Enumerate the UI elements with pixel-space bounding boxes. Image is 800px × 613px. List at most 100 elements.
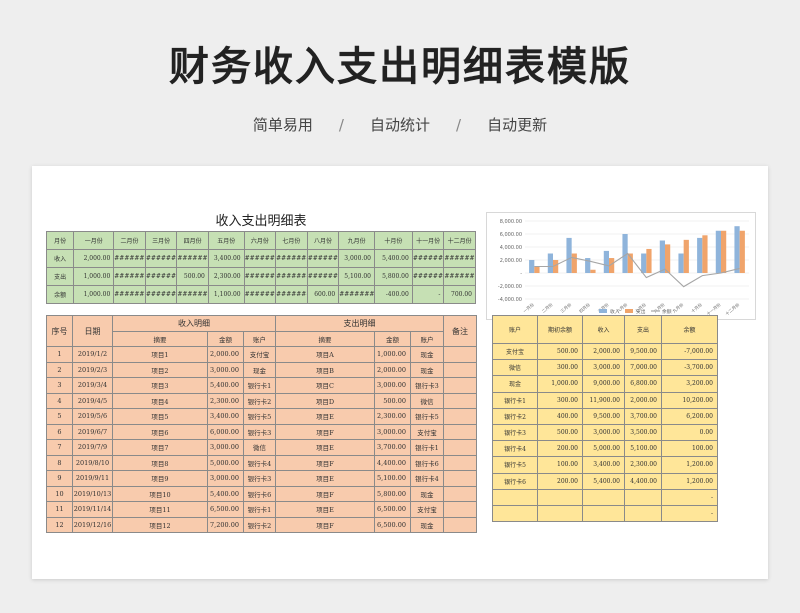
accounts-cell[interactable] bbox=[582, 504, 625, 523]
detail-cell[interactable]: 500.00 bbox=[374, 392, 411, 409]
detail-note-cell[interactable] bbox=[443, 392, 477, 409]
detail-cell[interactable]: 3,000.00 bbox=[207, 470, 244, 487]
accounts-cell[interactable]: 微信 bbox=[492, 359, 538, 377]
detail-cell[interactable]: 2019/9/11 bbox=[72, 470, 113, 487]
accounts-cell[interactable]: 500.00 bbox=[537, 423, 583, 442]
accounts-cell[interactable]: 3,000.00 bbox=[582, 423, 625, 442]
accounts-cell[interactable]: 10,200.00 bbox=[661, 391, 718, 409]
accounts-cell[interactable]: 3,400.00 bbox=[582, 456, 625, 474]
detail-note-cell[interactable] bbox=[443, 439, 477, 456]
accounts-cell[interactable]: 400.00 bbox=[537, 407, 583, 425]
accounts-cell[interactable]: 1,200.00 bbox=[661, 456, 718, 474]
monthly-cell[interactable]: ######## bbox=[243, 267, 277, 286]
detail-cell[interactable]: 银行卡3 bbox=[410, 377, 444, 394]
detail-cell[interactable]: 银行卡1 bbox=[410, 439, 444, 456]
accounts-cell[interactable]: 9,000.00 bbox=[582, 375, 625, 393]
monthly-cell[interactable]: 600.00 bbox=[306, 285, 340, 304]
detail-cell[interactable]: 2019/2/3 bbox=[72, 361, 113, 378]
detail-note-cell[interactable] bbox=[443, 485, 477, 502]
monthly-row-label[interactable]: 余额 bbox=[45, 285, 75, 304]
detail-cell[interactable]: 银行卡5 bbox=[410, 408, 444, 425]
monthly-cell[interactable]: ######## bbox=[411, 249, 445, 268]
detail-cell[interactable]: 银行卡2 bbox=[243, 516, 276, 533]
detail-cell[interactable]: 现金 bbox=[243, 361, 276, 378]
detail-cell[interactable]: 项目7 bbox=[112, 439, 208, 456]
accounts-cell[interactable]: 9,500.00 bbox=[624, 342, 662, 361]
detail-cell[interactable]: 项目E bbox=[275, 501, 375, 518]
detail-cell[interactable]: 项目4 bbox=[112, 392, 208, 409]
detail-cell[interactable]: 项目10 bbox=[112, 485, 208, 502]
accounts-cell[interactable] bbox=[624, 504, 662, 523]
accounts-cell[interactable]: 1,000.00 bbox=[537, 375, 583, 393]
detail-cell[interactable]: 项目6 bbox=[112, 423, 208, 440]
detail-cell[interactable]: 项目D bbox=[275, 392, 375, 409]
accounts-cell[interactable]: 4,400.00 bbox=[624, 472, 662, 490]
accounts-cell[interactable]: 银行卡4 bbox=[492, 440, 538, 458]
accounts-cell[interactable]: 200.00 bbox=[537, 472, 583, 490]
detail-cell[interactable]: 5,400.00 bbox=[207, 377, 244, 394]
monthly-cell[interactable]: 1,100.00 bbox=[207, 285, 245, 304]
monthly-cell[interactable]: ######## bbox=[176, 285, 209, 304]
detail-cell[interactable]: 3,400.00 bbox=[207, 408, 244, 425]
detail-cell[interactable]: 项目E bbox=[275, 439, 375, 456]
detail-cell[interactable]: 银行卡3 bbox=[243, 423, 276, 440]
accounts-cell[interactable]: 3,000.00 bbox=[582, 359, 625, 377]
monthly-cell[interactable]: -400.00 bbox=[373, 285, 413, 304]
detail-cell[interactable]: 项目F bbox=[275, 454, 375, 471]
monthly-cell[interactable]: ######## bbox=[411, 267, 445, 286]
detail-cell[interactable]: 1 bbox=[46, 346, 73, 363]
accounts-cell[interactable]: 3,200.00 bbox=[661, 375, 718, 393]
accounts-cell[interactable]: 2,300.00 bbox=[624, 456, 662, 474]
detail-cell[interactable]: 5,800.00 bbox=[374, 485, 411, 502]
detail-cell[interactable]: 项目F bbox=[275, 423, 375, 440]
accounts-cell[interactable] bbox=[492, 488, 538, 506]
monthly-cell[interactable]: ######## bbox=[176, 249, 209, 268]
detail-cell[interactable]: 现金 bbox=[410, 516, 444, 533]
accounts-cell[interactable]: 300.00 bbox=[537, 391, 583, 409]
detail-cell[interactable]: 6,500.00 bbox=[374, 501, 411, 518]
accounts-cell[interactable]: 5,000.00 bbox=[582, 440, 625, 458]
monthly-cell[interactable]: 5,400.00 bbox=[373, 249, 413, 268]
detail-note-cell[interactable] bbox=[443, 454, 477, 471]
accounts-cell[interactable]: - bbox=[661, 488, 718, 506]
accounts-cell[interactable]: 银行卡6 bbox=[492, 472, 538, 490]
monthly-cell[interactable]: 5,100.00 bbox=[338, 267, 375, 286]
monthly-cell[interactable]: ######## bbox=[113, 267, 146, 286]
detail-cell[interactable]: 项目1 bbox=[112, 346, 208, 363]
detail-cell[interactable]: 7 bbox=[46, 439, 73, 456]
detail-note-cell[interactable] bbox=[443, 346, 477, 363]
monthly-cell[interactable]: ######## bbox=[443, 267, 476, 286]
detail-note-cell[interactable] bbox=[443, 470, 477, 487]
detail-cell[interactable]: 2019/10/13 bbox=[72, 485, 113, 502]
monthly-cell[interactable]: - bbox=[411, 285, 445, 304]
detail-note-cell[interactable] bbox=[443, 501, 477, 518]
monthly-cell[interactable]: ######## bbox=[243, 285, 277, 304]
detail-cell[interactable]: 银行卡4 bbox=[410, 470, 444, 487]
accounts-cell[interactable]: 3,700.00 bbox=[624, 407, 662, 425]
detail-cell[interactable]: 5,000.00 bbox=[207, 454, 244, 471]
detail-cell[interactable]: 2019/4/5 bbox=[72, 392, 113, 409]
detail-cell[interactable]: 2019/6/7 bbox=[72, 423, 113, 440]
detail-cell[interactable]: 项目5 bbox=[112, 408, 208, 425]
detail-cell[interactable]: 2019/12/16 bbox=[72, 516, 113, 533]
detail-cell[interactable]: 5,100.00 bbox=[374, 470, 411, 487]
detail-note-cell[interactable] bbox=[443, 408, 477, 425]
detail-cell[interactable]: 项目C bbox=[275, 377, 375, 394]
detail-cell[interactable]: 3,700.00 bbox=[374, 439, 411, 456]
detail-cell[interactable]: 12 bbox=[46, 516, 73, 533]
detail-note-cell[interactable] bbox=[443, 423, 477, 440]
monthly-cell[interactable]: ######## bbox=[306, 249, 340, 268]
monthly-cell[interactable]: 500.00 bbox=[176, 267, 209, 286]
monthly-row-label[interactable]: 支出 bbox=[45, 267, 75, 286]
detail-cell[interactable]: 2,300.00 bbox=[207, 392, 244, 409]
monthly-cell[interactable]: ######## bbox=[113, 285, 146, 304]
detail-cell[interactable]: 现金 bbox=[410, 485, 444, 502]
monthly-cell[interactable]: ######## bbox=[144, 285, 178, 304]
detail-cell[interactable]: 5 bbox=[46, 408, 73, 425]
detail-cell[interactable]: 支付宝 bbox=[410, 423, 444, 440]
detail-cell[interactable]: 银行卡1 bbox=[243, 501, 276, 518]
accounts-cell[interactable]: 500.00 bbox=[537, 342, 583, 361]
detail-cell[interactable]: 2,000.00 bbox=[374, 361, 411, 378]
monthly-cell[interactable]: 3,400.00 bbox=[207, 249, 245, 268]
detail-cell[interactable]: 支付宝 bbox=[410, 501, 444, 518]
